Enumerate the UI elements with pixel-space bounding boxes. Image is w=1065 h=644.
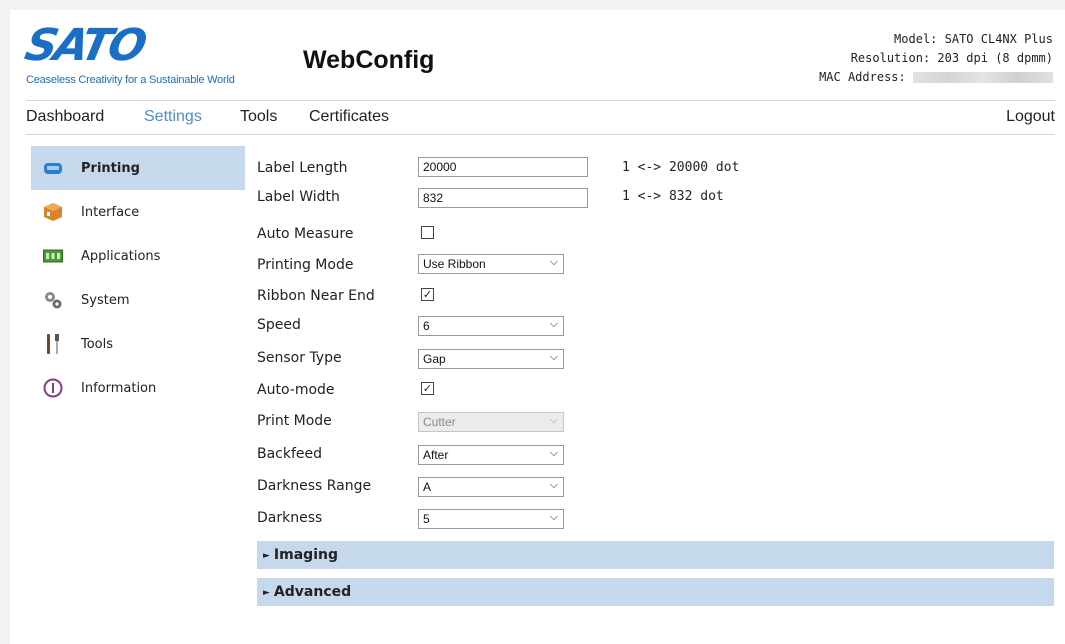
sidebar-item-interface[interactable]: Interface bbox=[31, 190, 245, 234]
sensor-type-value: Gap bbox=[423, 352, 446, 366]
chevron-down-icon: ⌵ bbox=[549, 479, 558, 491]
speed-label: Speed bbox=[257, 317, 301, 333]
device-info: Model: SATO CL4NX Plus Resolution: 203 d… bbox=[819, 30, 1053, 87]
sidebar-item-label: System bbox=[81, 292, 130, 308]
chevron-down-icon: ⌵ bbox=[549, 414, 558, 426]
caret-right-icon: ► bbox=[263, 551, 270, 561]
row-sensor-type: Sensor Type Gap ⌵ bbox=[257, 346, 817, 372]
row-auto-mode: Auto-mode ✓ bbox=[257, 378, 817, 404]
row-darkness: Darkness 5 ⌵ bbox=[257, 506, 817, 532]
speed-select[interactable]: 6 ⌵ bbox=[418, 316, 564, 336]
mac-value-redacted bbox=[913, 72, 1053, 83]
imaging-section-label: Imaging bbox=[273, 547, 338, 563]
row-print-mode: Print Mode Cutter ⌵ bbox=[257, 409, 817, 435]
printer-icon bbox=[43, 158, 63, 178]
imaging-section-toggle[interactable]: ► Imaging bbox=[257, 541, 1054, 569]
advanced-section-label: Advanced bbox=[273, 584, 352, 600]
sidebar-item-applications[interactable]: Applications bbox=[31, 234, 245, 278]
auto-mode-checkbox[interactable]: ✓ bbox=[421, 382, 434, 395]
ribbon-near-end-checkbox[interactable]: ✓ bbox=[421, 288, 434, 301]
logout-link[interactable]: Logout bbox=[1006, 108, 1055, 126]
gears-icon bbox=[43, 290, 63, 310]
label-length-label: Label Length bbox=[257, 160, 348, 176]
row-auto-measure: Auto Measure bbox=[257, 222, 817, 248]
chevron-down-icon: ⌵ bbox=[549, 318, 558, 330]
ribbon-near-end-label: Ribbon Near End bbox=[257, 288, 375, 304]
interface-icon bbox=[43, 202, 63, 222]
nav-tools[interactable]: Tools bbox=[240, 108, 277, 126]
sensor-type-select[interactable]: Gap ⌵ bbox=[418, 349, 564, 369]
mac-address: MAC Address: bbox=[819, 68, 1053, 87]
darkness-range-select[interactable]: A ⌵ bbox=[418, 477, 564, 497]
chevron-down-icon: ⌵ bbox=[549, 511, 558, 523]
printing-mode-select[interactable]: Use Ribbon ⌵ bbox=[418, 254, 564, 274]
darkness-value: 5 bbox=[423, 512, 430, 526]
sidebar-item-information[interactable]: Information bbox=[31, 366, 245, 410]
sidebar-item-label: Interface bbox=[81, 204, 140, 220]
row-printing-mode: Printing Mode Use Ribbon ⌵ bbox=[257, 253, 817, 279]
row-backfeed: Backfeed After ⌵ bbox=[257, 442, 817, 468]
row-ribbon-near-end: Ribbon Near End ✓ bbox=[257, 284, 817, 310]
caret-right-icon: ► bbox=[263, 588, 270, 598]
applications-icon bbox=[43, 246, 63, 266]
chevron-down-icon: ⌵ bbox=[549, 351, 558, 363]
print-mode-value: Cutter bbox=[423, 415, 456, 429]
auto-mode-label: Auto-mode bbox=[257, 382, 335, 398]
sato-logo: SATO Ceaseless Creativity for a Sustaina… bbox=[21, 20, 235, 86]
app-title: WebConfig bbox=[303, 46, 435, 74]
darkness-range-label: Darkness Range bbox=[257, 478, 372, 494]
auto-measure-checkbox[interactable] bbox=[421, 226, 434, 239]
tools-icon bbox=[43, 334, 63, 354]
row-speed: Speed 6 ⌵ bbox=[257, 313, 817, 339]
print-mode-select: Cutter ⌵ bbox=[418, 412, 564, 432]
resolution-text: Resolution: 203 dpi (8 dpmm) bbox=[850, 51, 1053, 65]
sidebar-item-label: Information bbox=[81, 380, 157, 396]
nav-dashboard[interactable]: Dashboard bbox=[26, 108, 104, 126]
model-text: Model: SATO CL4NX Plus bbox=[894, 32, 1053, 46]
row-label-length: Label Length 1 <-> 20000 dot bbox=[257, 156, 817, 182]
chevron-down-icon: ⌵ bbox=[549, 256, 558, 268]
page: SATO Ceaseless Creativity for a Sustaina… bbox=[10, 10, 1065, 644]
logo-wordmark: SATO bbox=[20, 20, 149, 71]
sidebar-item-tools[interactable]: Tools bbox=[31, 322, 245, 366]
sidebar-item-printing[interactable]: Printing bbox=[31, 146, 245, 190]
chevron-down-icon: ⌵ bbox=[549, 447, 558, 459]
sidebar-item-label: Printing bbox=[81, 160, 140, 176]
print-mode-label: Print Mode bbox=[257, 413, 332, 429]
label-length-input[interactable] bbox=[418, 157, 588, 177]
advanced-section-toggle[interactable]: ► Advanced bbox=[257, 578, 1054, 606]
sidebar-item-label: Tools bbox=[81, 336, 114, 352]
label-width-range: 1 <-> 832 dot bbox=[622, 189, 724, 204]
label-width-input[interactable] bbox=[418, 188, 588, 208]
label-width-label: Label Width bbox=[257, 189, 340, 205]
nav-certificates[interactable]: Certificates bbox=[309, 108, 389, 126]
backfeed-value: After bbox=[423, 448, 449, 462]
top-nav: Dashboard Settings Tools Certificates Lo… bbox=[26, 102, 1055, 134]
backfeed-select[interactable]: After ⌵ bbox=[418, 445, 564, 465]
nav-divider bbox=[26, 134, 1055, 135]
darkness-label: Darkness bbox=[257, 510, 323, 526]
auto-measure-label: Auto Measure bbox=[257, 226, 354, 242]
speed-value: 6 bbox=[423, 319, 430, 333]
backfeed-label: Backfeed bbox=[257, 446, 323, 462]
label-length-range: 1 <-> 20000 dot bbox=[622, 160, 740, 175]
printing-mode-label: Printing Mode bbox=[257, 257, 354, 273]
sidebar: Printing Interface Applications System T… bbox=[31, 146, 245, 410]
row-label-width: Label Width 1 <-> 832 dot bbox=[257, 188, 817, 215]
nav-settings[interactable]: Settings bbox=[144, 108, 202, 126]
darkness-select[interactable]: 5 ⌵ bbox=[418, 509, 564, 529]
darkness-range-value: A bbox=[423, 480, 432, 494]
sidebar-item-system[interactable]: System bbox=[31, 278, 245, 322]
logo-tagline: Ceaseless Creativity for a Sustainable W… bbox=[26, 74, 235, 86]
sidebar-item-label: Applications bbox=[81, 248, 161, 264]
sensor-type-label: Sensor Type bbox=[257, 350, 342, 366]
header-divider bbox=[26, 100, 1055, 101]
mac-label: MAC Address: bbox=[819, 70, 906, 84]
info-icon bbox=[43, 378, 63, 398]
printing-mode-value: Use Ribbon bbox=[423, 257, 486, 271]
row-darkness-range: Darkness Range A ⌵ bbox=[257, 474, 817, 500]
